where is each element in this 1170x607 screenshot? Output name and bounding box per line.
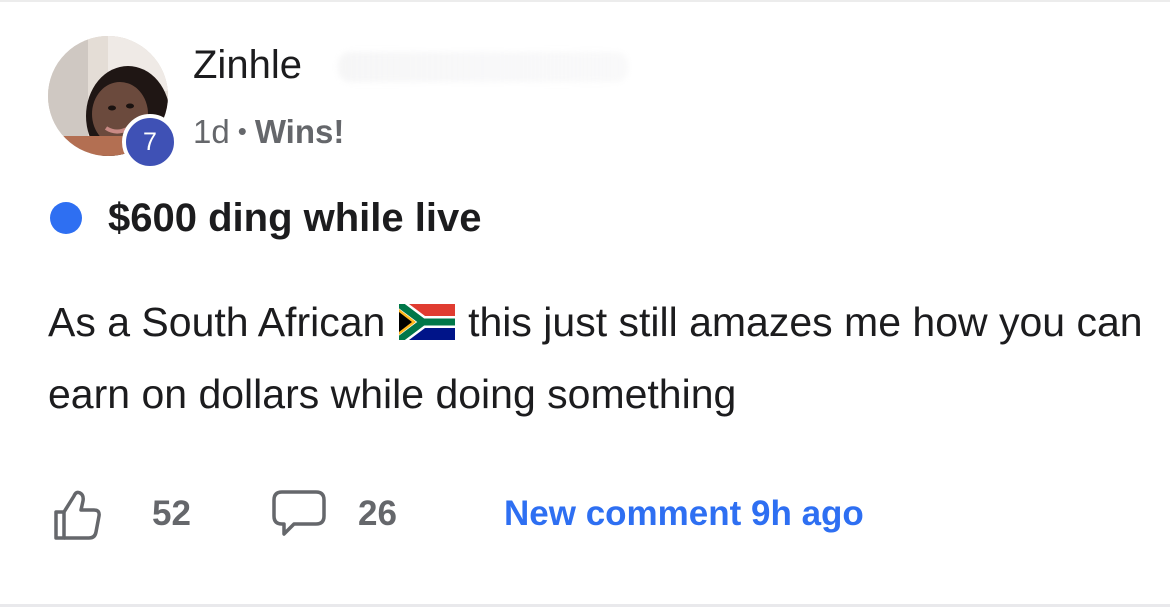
author-avatar-group[interactable]: 7	[48, 36, 178, 170]
post-title[interactable]: $600 ding while live	[108, 192, 481, 244]
post-category[interactable]: Wins!	[255, 113, 345, 150]
post-body-text-start: As a South African	[48, 299, 397, 345]
post-meta: 1d • Wins!	[193, 110, 344, 153]
meta-separator: •	[237, 116, 247, 146]
new-comment-link[interactable]: New comment 9h ago	[504, 492, 864, 536]
author-name[interactable]: Zinhle	[193, 40, 302, 90]
post-body[interactable]: As a South African this just still amaze…	[48, 286, 1148, 430]
redacted-surname	[338, 52, 628, 82]
thumbs-up-icon	[54, 490, 101, 540]
comment-bubble-icon	[272, 490, 326, 536]
comment-count: 26	[358, 494, 397, 533]
level-badge: 7	[122, 114, 178, 170]
south-africa-flag-icon	[398, 304, 455, 340]
post-time: 1d	[193, 113, 230, 150]
like-button[interactable]: 52	[48, 486, 191, 542]
comment-button[interactable]: 26	[270, 486, 397, 542]
post-actions: 52 26 New comment 9h ago	[48, 486, 1148, 542]
like-count: 52	[152, 494, 191, 533]
top-divider	[0, 0, 1170, 2]
unread-indicator	[50, 202, 82, 234]
